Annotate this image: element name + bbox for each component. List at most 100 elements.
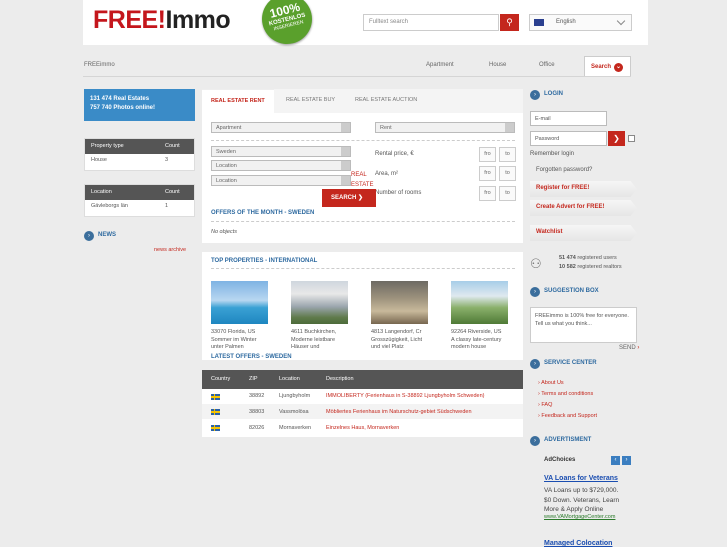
breadcrumb[interactable]: FREEimmo xyxy=(84,62,115,68)
col-location: Location xyxy=(279,376,300,382)
location-select-2[interactable]: Location xyxy=(211,175,351,186)
nav-divider xyxy=(83,76,631,77)
property-type-select[interactable]: Apartment xyxy=(211,122,351,133)
latest-offers-title: LATEST OFFERS - SWEDEN xyxy=(211,354,292,360)
table-row[interactable]: House 3 xyxy=(85,154,194,168)
col-country: Country xyxy=(211,376,231,382)
users-icon: ⚇ xyxy=(530,256,542,271)
divider xyxy=(211,140,515,141)
description-link[interactable]: Einzelnes Haus, Mornaverken xyxy=(326,425,399,431)
property-photo[interactable] xyxy=(211,281,268,324)
property-photo[interactable] xyxy=(291,281,348,324)
adchoices-label[interactable]: AdChoices xyxy=(544,457,575,463)
fulltext-search-input[interactable]: Fulltext search xyxy=(363,14,499,31)
area-to-input[interactable]: to xyxy=(499,166,516,181)
offers-title: OFFERS OF THE MONTH - SWEDEN xyxy=(211,210,315,216)
top-properties-title: TOP PROPERTIES - INTERNATIONAL xyxy=(211,258,318,264)
tab-rent[interactable]: REAL ESTATE RENT xyxy=(202,89,274,113)
password-field[interactable]: Password xyxy=(530,131,607,146)
rooms-from-input[interactable]: fro xyxy=(479,186,496,201)
login-title: LOGIN xyxy=(544,91,563,97)
ad-label: REAL ESTATE xyxy=(351,172,374,188)
description-link[interactable]: Möbliertes Ferienhaus im Naturschutz-geb… xyxy=(326,409,472,415)
country-select[interactable]: Sweden xyxy=(211,146,351,157)
property-photo[interactable] xyxy=(371,281,428,324)
sweden-flag-icon xyxy=(211,425,220,431)
location-cell: Mornaverken xyxy=(279,425,312,431)
nav-office[interactable]: Office xyxy=(539,62,555,68)
zip-cell: 82026 xyxy=(249,425,265,431)
email-field[interactable]: E-mail xyxy=(530,111,607,126)
sweden-flag-icon xyxy=(211,394,220,400)
property-photo[interactable] xyxy=(451,281,508,324)
register-button[interactable]: Register for FREE! xyxy=(530,181,637,197)
news-archive-link[interactable]: news archive xyxy=(154,247,186,253)
search-button[interactable]: SEARCH ❯ xyxy=(322,189,376,207)
chevron-right-icon: › xyxy=(637,345,640,351)
mode-select[interactable]: Rent xyxy=(375,122,515,133)
location-cell: Vassmolösa xyxy=(279,409,309,415)
rooms-to-input[interactable]: to xyxy=(499,186,516,201)
property-caption: 33070 Florida, US Sommer im Winter unter P… xyxy=(211,329,257,350)
chevron-right-icon: › xyxy=(530,287,540,297)
col-description: Description xyxy=(326,376,354,382)
divider xyxy=(211,268,515,269)
area-from-input[interactable]: fro xyxy=(479,166,496,181)
nav-search[interactable]: Search ⌄ xyxy=(584,56,631,76)
chevron-right-icon: › xyxy=(530,359,540,369)
chevron-right-icon: › xyxy=(530,90,540,100)
ad-url[interactable]: www.VAMortgageCenter.com xyxy=(544,514,615,520)
no-objects-text: No objects xyxy=(211,229,237,235)
tab-buy[interactable]: REAL ESTATE BUY xyxy=(277,89,344,113)
property-caption: 92264 Riverside, US A classy late-century… xyxy=(451,329,502,350)
area-label: Area, m² xyxy=(375,171,399,177)
price-to-input[interactable]: to xyxy=(499,147,516,162)
service-link[interactable]: › Terms and conditions xyxy=(538,391,593,397)
property-caption: 4813 Langendorf, Cr Grosszügigkeit, Licht… xyxy=(371,329,423,350)
remember-label: Remember login xyxy=(530,151,575,157)
ad-headline-2[interactable]: Managed Colocation xyxy=(544,540,612,547)
news-title: NEWS xyxy=(98,232,116,238)
remember-checkbox[interactable] xyxy=(628,135,635,142)
ad-headline[interactable]: VA Loans for Veterans xyxy=(544,475,618,482)
rooms-label: Number of rooms xyxy=(375,190,422,196)
sweden-flag-icon xyxy=(211,409,220,415)
tab-bar: REAL ESTATE RENT REAL ESTATE BUY REAL ES… xyxy=(202,89,523,113)
chevron-right-icon: › xyxy=(84,231,94,241)
nav-apartment[interactable]: Apartment xyxy=(426,62,454,68)
stats-box: 131 474 Real Estates 757 740 Photos onlin… xyxy=(84,89,195,121)
advertisment-title: ADVERTISMENT xyxy=(544,437,592,443)
location-table: Location Count Gävleborgs län 1 xyxy=(84,184,195,217)
service-link[interactable]: › FAQ xyxy=(538,402,552,408)
forgot-password-link[interactable]: Forgotten password? xyxy=(536,167,592,173)
description-link[interactable]: IMMOLIBERTY (Ferienhaus in S-38892 Ljung… xyxy=(326,393,484,399)
service-link[interactable]: › About Us xyxy=(538,380,564,386)
table-row[interactable]: Gävleborgs län 1 xyxy=(85,200,194,214)
login-button[interactable]: ❯ xyxy=(608,131,625,146)
service-title: SERVICE CENTER xyxy=(544,360,597,366)
tab-auction[interactable]: REAL ESTATE AUCTION xyxy=(346,89,426,113)
chevron-right-icon[interactable]: › xyxy=(622,456,631,465)
registered-users: 51 474 registered users xyxy=(559,255,617,261)
col-zip: ZIP xyxy=(249,376,258,382)
price-from-input[interactable]: fro xyxy=(479,147,496,162)
site-logo[interactable]: FREE!Immo xyxy=(93,6,231,35)
send-link[interactable]: SEND › xyxy=(619,345,639,351)
rental-price-label: Rental price, € xyxy=(375,151,414,157)
location-cell: Ljungbyholm xyxy=(279,393,311,399)
service-link[interactable]: › Feedback and Support xyxy=(538,413,597,419)
uk-flag-icon xyxy=(534,19,544,26)
chevron-left-icon[interactable]: ‹ xyxy=(611,456,620,465)
search-icon[interactable]: ⚲ xyxy=(500,14,519,31)
registered-realtors: 10 582 registered realtors xyxy=(559,264,622,270)
watchlist-button[interactable]: Watchlist xyxy=(530,225,637,241)
chevron-down-icon: ⌄ xyxy=(614,63,624,72)
create-advert-button[interactable]: Create Advert for FREE! xyxy=(530,200,637,216)
suggestion-textarea[interactable]: FREEimmo is 100% free for everyone. Tell… xyxy=(530,307,637,343)
divider xyxy=(211,221,515,222)
property-type-table: Property type Count House 3 xyxy=(84,138,195,171)
nav-house[interactable]: House xyxy=(489,62,506,68)
language-select[interactable]: English xyxy=(529,14,632,31)
zip-cell: 38803 xyxy=(249,409,265,415)
location-select-1[interactable]: Location xyxy=(211,160,351,171)
